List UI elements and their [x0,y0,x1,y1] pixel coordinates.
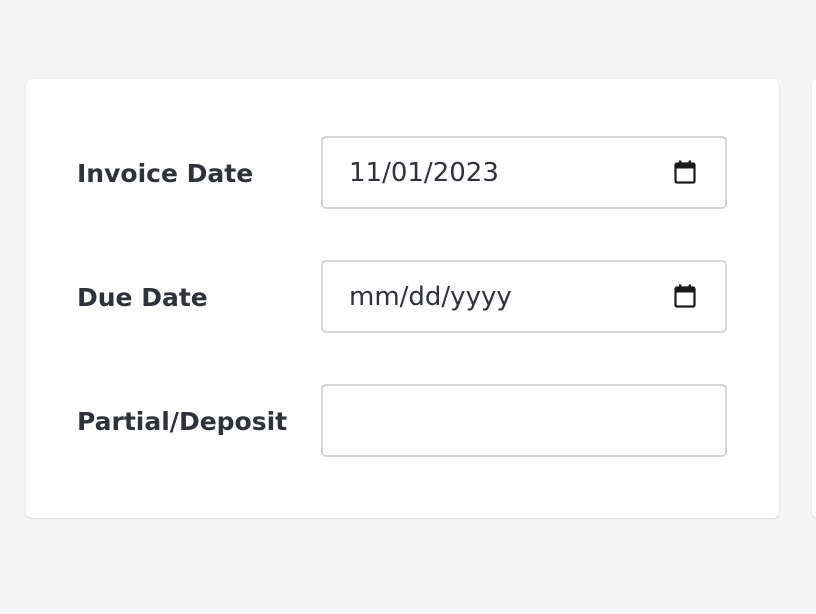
due-date-row: Due Date mm/dd/yyyy [26,260,779,336]
calendar-icon[interactable] [674,284,696,308]
due-date-value: mm/dd/yyyy [349,282,512,312]
invoice-details-card: Invoice Date 11/01/2023 Due Date mm/dd/y… [26,79,779,518]
partial-deposit-input[interactable] [321,384,727,457]
due-date-input[interactable]: mm/dd/yyyy [321,260,727,333]
invoice-date-label: Invoice Date [77,159,254,188]
invoice-date-input[interactable]: 11/01/2023 [321,136,727,209]
partial-deposit-label: Partial/Deposit [77,407,288,436]
invoice-date-row: Invoice Date 11/01/2023 [26,136,779,212]
invoice-date-value: 11/01/2023 [349,158,499,188]
partial-deposit-row: Partial/Deposit [26,384,779,460]
due-date-label: Due Date [77,283,208,312]
adjacent-card-edge [812,79,816,518]
calendar-icon[interactable] [674,160,696,184]
